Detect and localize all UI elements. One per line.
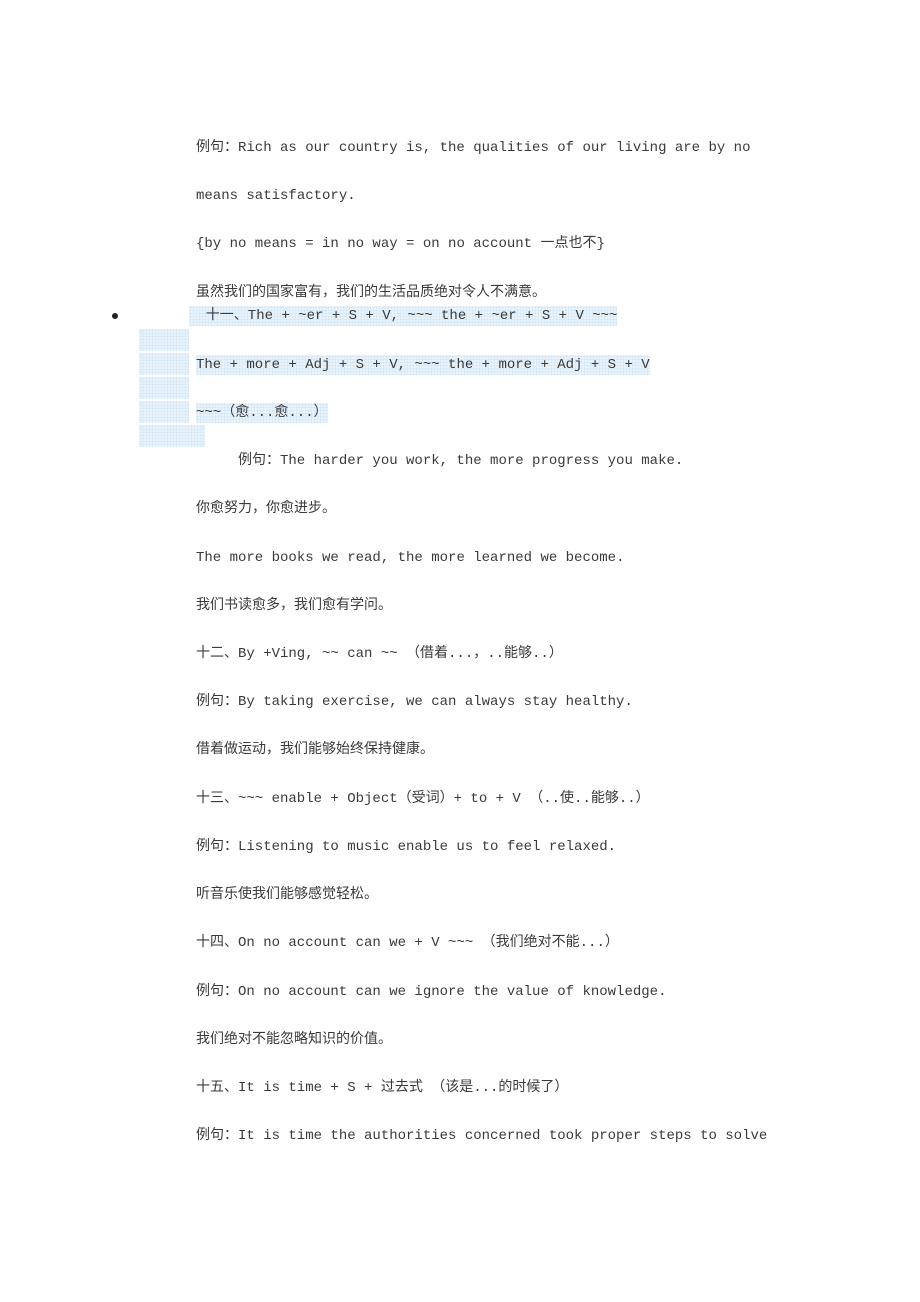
highlight-fill — [139, 329, 189, 351]
heading-pattern-14: 十四、On no account can we + V ~~~ （我们绝对不能.… — [196, 935, 619, 951]
paragraph-example-harder: 例句：The harder you work, the more progres… — [196, 453, 684, 469]
paragraph-translation-music: 听音乐使我们能够感觉轻松。 — [196, 887, 378, 903]
heading-pattern-12: 十二、By +Ving, ~~ can ~~ （借着...，..能够..） — [196, 646, 563, 662]
paragraph-example-rich-cont: means satisfactory. — [196, 188, 356, 204]
paragraph-translation-knowledge: 我们绝对不能忽略知识的价值。 — [196, 1032, 392, 1048]
paragraph-example-music: 例句：Listening to music enable us to feel … — [196, 839, 617, 855]
heading-pattern-11: 十一、The + ~er + S + V, ~~~ the + ~er + S … — [189, 306, 618, 326]
paragraph-translation-harder: 你愈努力，你愈进步。 — [196, 501, 336, 517]
heading-pattern-15: 十五、It is time + S + 过去式 （该是...的时候了） — [196, 1080, 569, 1096]
highlight-fill — [139, 401, 189, 423]
paragraph-pattern-11-meaning: ~~~（愈...愈...） — [196, 403, 328, 423]
paragraph-example-authorities: 例句：It is time the authorities concerned … — [196, 1128, 768, 1144]
paragraph-by-no-means-note: {by no means = in no way = on no account… — [196, 236, 605, 252]
document-page: 例句：Rich as our country is, the qualities… — [0, 0, 920, 1302]
heading-pattern-13: 十三、~~~ enable + Object（受词）+ to + V （..使.… — [196, 791, 650, 807]
paragraph-translation-rich: 虽然我们的国家富有，我们的生活品质绝对令人不满意。 — [196, 285, 546, 301]
paragraph-translation-exercise: 借着做运动，我们能够始终保持健康。 — [196, 742, 434, 758]
highlight-fill — [139, 425, 205, 447]
list-bullet-icon — [112, 313, 118, 319]
highlight-fill — [139, 353, 189, 375]
paragraph-example-exercise: 例句：By taking exercise, we can always sta… — [196, 694, 633, 710]
highlight-fill — [139, 377, 189, 399]
paragraph-pattern-11-variant: The + more + Adj + S + V, ~~~ the + more… — [196, 355, 650, 375]
paragraph-example-books: The more books we read, the more learned… — [196, 550, 625, 566]
paragraph-example-knowledge: 例句：On no account can we ignore the value… — [196, 984, 667, 1000]
paragraph-translation-books: 我们书读愈多，我们愈有学问。 — [196, 598, 392, 614]
paragraph-example-rich: 例句：Rich as our country is, the qualities… — [196, 140, 751, 156]
